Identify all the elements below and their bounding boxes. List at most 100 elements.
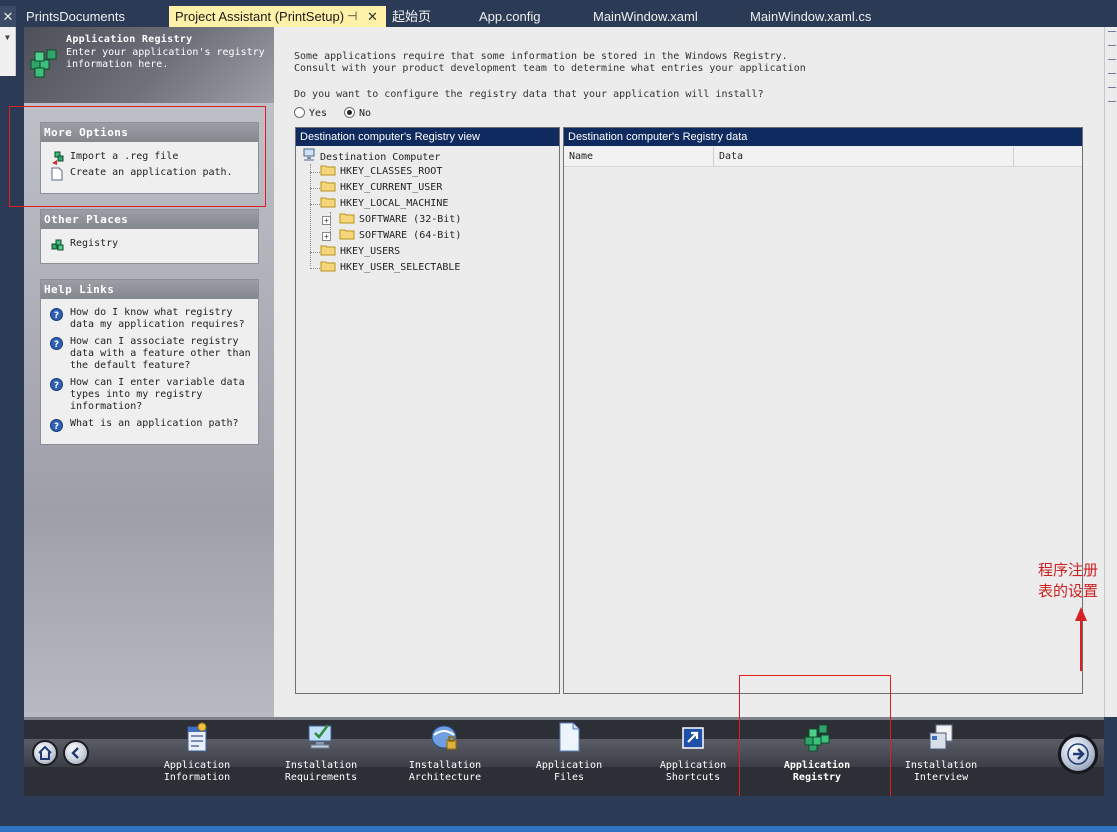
- close-tab-icon[interactable]: ✕: [367, 6, 378, 27]
- step-label: Application Shortcuts: [659, 760, 727, 783]
- interview-icon: [929, 724, 953, 750]
- column-header-data[interactable]: Data: [714, 147, 1014, 167]
- folder-icon: [320, 165, 336, 176]
- expand-icon[interactable]: +: [322, 232, 331, 241]
- page-title: Application Registry: [66, 34, 193, 45]
- tree-line: [310, 172, 320, 173]
- tree-line: [310, 268, 320, 269]
- project-assistant-content: Application Registry Enter your applicat…: [9, 27, 1104, 717]
- help-link[interactable]: ? What is an application path?: [41, 418, 258, 432]
- svg-text:?: ?: [54, 381, 59, 391]
- app-info-icon: [187, 722, 207, 752]
- step-application-files[interactable]: Application Files: [514, 721, 624, 791]
- registry-view-title: Destination computer's Registry view: [296, 128, 559, 146]
- architecture-icon: [431, 725, 457, 750]
- scroll-tick: [1108, 59, 1116, 60]
- next-button[interactable]: [1058, 734, 1098, 774]
- home-button[interactable]: [32, 740, 58, 766]
- tab-app-config[interactable]: App.config: [473, 6, 587, 27]
- tab-project-assistant[interactable]: Project Assistant (PrintSetup) ⊣ ✕: [169, 6, 386, 27]
- tree-node-software-32[interactable]: SOFTWARE (32-Bit): [339, 212, 461, 226]
- tree-node-root[interactable]: Destination Computer: [302, 148, 440, 163]
- help-question-icon: ?: [50, 337, 63, 350]
- step-installation-requirements[interactable]: Installation Requirements: [266, 721, 376, 791]
- tree-line: [310, 204, 320, 205]
- radio-yes-circle[interactable]: [294, 107, 305, 118]
- step-installation-interview[interactable]: Installation Interview: [886, 721, 996, 791]
- tab-start-page[interactable]: 起始页: [386, 6, 474, 27]
- folder-icon: [339, 229, 355, 240]
- radio-no-circle[interactable]: [344, 107, 355, 118]
- tree-node-hkcu[interactable]: HKEY_CURRENT_USER: [320, 180, 442, 194]
- tree-node-hku[interactable]: HKEY_USERS: [320, 244, 400, 258]
- registry-data-pane: Destination computer's Registry data Nam…: [563, 127, 1083, 694]
- registry-view-pane: Destination computer's Registry view Des…: [295, 127, 560, 694]
- folder-icon: [320, 261, 336, 272]
- registry-link[interactable]: Registry: [41, 238, 258, 251]
- intro-text: Some applications require that some info…: [294, 51, 806, 74]
- left-close-icon[interactable]: ✕: [0, 6, 16, 27]
- left-tool-strip: ▼: [0, 27, 16, 76]
- page-description: Enter your application's registry inform…: [66, 47, 265, 70]
- document-tab-strip: ✕ PrintsDocuments Project Assistant (Pri…: [0, 0, 1117, 27]
- tab-mainwindow-xaml[interactable]: MainWindow.xaml: [587, 6, 744, 27]
- tree-node-hkus[interactable]: HKEY_USER_SELECTABLE: [320, 260, 460, 274]
- tab-mainwindow-xaml-cs[interactable]: MainWindow.xaml.cs: [744, 6, 918, 27]
- scroll-tick: [1108, 45, 1116, 46]
- toolbar-top-line: [24, 717, 1104, 720]
- step-label: Installation Requirements: [284, 760, 358, 783]
- step-label: Installation Architecture: [408, 760, 482, 783]
- folder-icon: [339, 213, 355, 224]
- tree-node-hklm[interactable]: HKEY_LOCAL_MACHINE: [320, 196, 448, 210]
- home-icon: [38, 745, 52, 760]
- file-icon: [559, 722, 580, 752]
- step-label: Application Information: [163, 760, 231, 783]
- help-question-icon: ?: [50, 308, 63, 321]
- tab-prints-documents[interactable]: PrintsDocuments: [20, 6, 168, 27]
- step-installation-architecture[interactable]: Installation Architecture: [390, 721, 500, 791]
- other-places-panel: Other Places Registry: [40, 209, 259, 264]
- radio-no[interactable]: No: [344, 107, 371, 121]
- help-links-panel: Help Links ? How do I know what registry…: [40, 279, 259, 445]
- tree-line: [310, 164, 311, 266]
- computer-check-icon: [308, 724, 332, 749]
- highlight-box-registry-step: [739, 675, 891, 813]
- page-header: Application Registry Enter your applicat…: [24, 27, 274, 103]
- right-scroll-strip[interactable]: [1104, 27, 1117, 717]
- tree-node-hkcr[interactable]: HKEY_CLASSES_ROOT: [320, 164, 442, 178]
- registry-main-panel: Some applications require that some info…: [274, 27, 1104, 717]
- help-question-icon: ?: [50, 378, 63, 391]
- annotation-arrow-icon: [1075, 607, 1087, 671]
- help-link[interactable]: ? How can I enter variable data types in…: [41, 377, 258, 413]
- radio-yes[interactable]: Yes: [294, 107, 327, 121]
- column-header-filler: [1014, 147, 1082, 167]
- scroll-tick: [1108, 101, 1116, 102]
- folder-icon: [320, 181, 336, 192]
- folder-open-icon: [320, 197, 336, 208]
- configure-question: Do you want to configure the registry da…: [294, 89, 764, 100]
- registry-data-title: Destination computer's Registry data: [564, 128, 1082, 146]
- help-question-icon: ?: [50, 419, 63, 432]
- expand-icon[interactable]: +: [322, 216, 331, 225]
- next-arrow-icon: [1067, 743, 1089, 765]
- registry-small-icon: [51, 239, 64, 251]
- pin-icon[interactable]: ⊣: [347, 6, 357, 27]
- scroll-tick: [1108, 87, 1116, 88]
- tree-node-software-64[interactable]: SOFTWARE (64-Bit): [339, 228, 461, 242]
- help-link[interactable]: ? How can I associate registry data with…: [41, 336, 258, 372]
- step-application-shortcuts[interactable]: Application Shortcuts: [638, 721, 748, 791]
- back-button[interactable]: [63, 740, 89, 766]
- scroll-tick: [1108, 31, 1116, 32]
- dropdown-arrow-icon[interactable]: ▼: [5, 33, 10, 42]
- step-application-information[interactable]: Application Information: [142, 721, 252, 791]
- help-link[interactable]: ? How do I know what registry data my ap…: [41, 307, 258, 331]
- status-area: [0, 796, 1117, 832]
- step-label: Installation Interview: [904, 760, 978, 783]
- computer-icon: [303, 148, 315, 161]
- column-header-name[interactable]: Name: [564, 147, 714, 167]
- step-label: Application Files: [535, 760, 603, 783]
- svg-text:?: ?: [54, 340, 59, 350]
- tree-line: [310, 252, 320, 253]
- shortcut-icon: [682, 727, 704, 749]
- status-bar: [0, 826, 1117, 832]
